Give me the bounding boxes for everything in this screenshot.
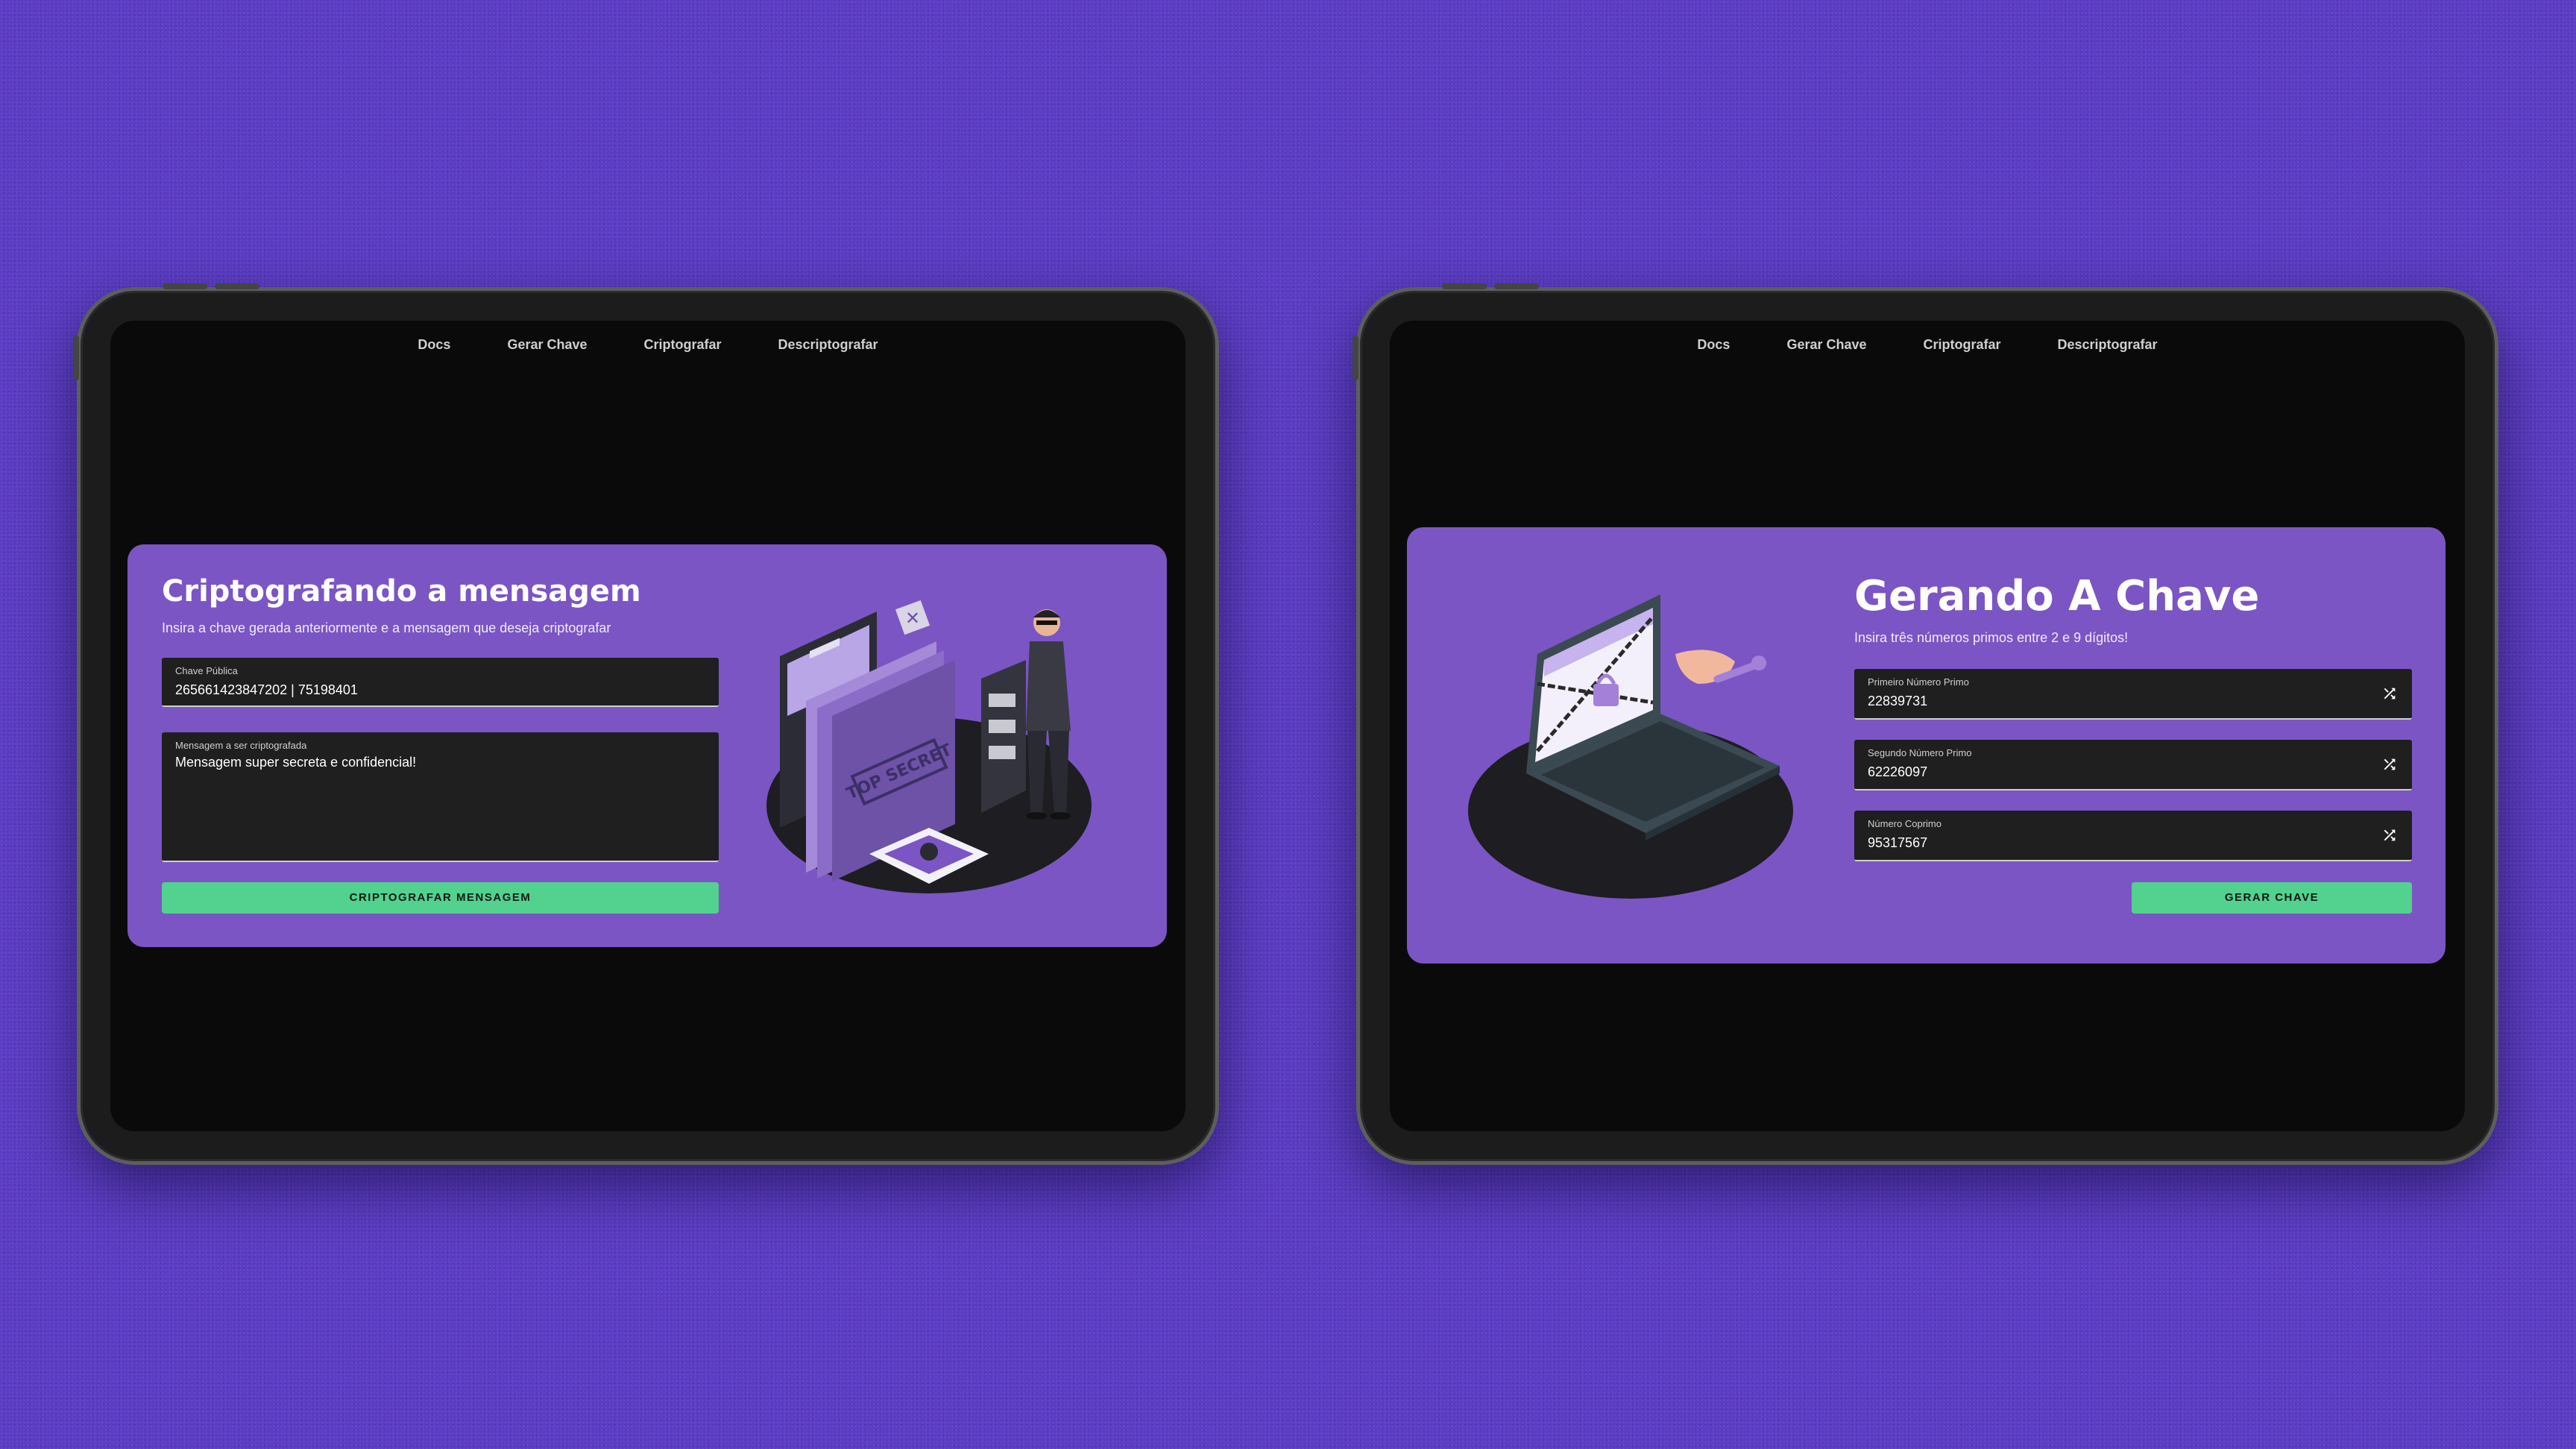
tablet-top-button — [1442, 283, 1487, 289]
second-prime-value: 62226097 — [1868, 764, 1928, 779]
shuffle-icon[interactable] — [2381, 685, 2399, 702]
nav-bar: Docs Gerar Chave Criptografar Descriptog… — [110, 337, 1185, 353]
shuffle-icon[interactable] — [2381, 756, 2399, 773]
nav-criptografar[interactable]: Criptografar — [644, 337, 722, 353]
public-key-label: Chave Pública — [175, 665, 238, 676]
tablet-side-button — [1352, 336, 1358, 380]
nav-gerar-chave[interactable]: Gerar Chave — [1786, 337, 1866, 353]
public-key-field[interactable]: Chave Pública 265661423847202 | 75198401 — [162, 658, 719, 707]
tablet-top-button — [1494, 283, 1539, 289]
first-prime-value: 22839731 — [1868, 694, 1928, 708]
left-screen: Docs Gerar Chave Criptografar Descriptog… — [110, 321, 1185, 1131]
nav-docs[interactable]: Docs — [418, 337, 450, 353]
public-key-value: 265661423847202 | 75198401 — [175, 682, 358, 697]
nav-descriptografar[interactable]: Descriptografar — [2058, 337, 2158, 353]
nav-criptografar[interactable]: Criptografar — [1924, 337, 2001, 353]
right-screen: Docs Gerar Chave Criptografar Descriptog… — [1390, 321, 2465, 1131]
first-prime-label: Primeiro Número Primo — [1868, 676, 1969, 688]
tablet-top-button — [163, 283, 207, 289]
encrypt-button[interactable]: CRIPTOGRAFAR MENSAGEM — [162, 882, 719, 914]
locked-laptop-illustration — [1468, 594, 1793, 899]
page-subtitle: Insira três números primos entre 2 e 9 d… — [1854, 630, 2129, 645]
generate-key-button[interactable]: GERAR CHAVE — [2132, 882, 2412, 914]
tablet-top-button — [215, 283, 259, 289]
message-field[interactable]: Mensagem a ser criptografada Mensagem su… — [162, 732, 719, 862]
message-value: Mensagem super secreta e confidencial! — [175, 755, 417, 770]
page-subtitle: Insira a chave gerada anteriormente e a … — [162, 620, 611, 635]
nav-descriptografar[interactable]: Descriptografar — [778, 337, 878, 353]
generate-card: Gerando A Chave Insira três números prim… — [1407, 527, 2446, 964]
tablet-side-button — [73, 336, 79, 380]
first-prime-field[interactable]: Primeiro Número Primo 22839731 — [1854, 669, 2412, 720]
top-secret-illustration: TOP SECRET ✕ — [766, 600, 1092, 893]
shuffle-icon[interactable] — [2381, 827, 2399, 843]
nav-gerar-chave[interactable]: Gerar Chave — [507, 337, 587, 353]
encrypt-card: Criptografando a mensagem Insira a chave… — [127, 544, 1167, 947]
page-title: Criptografando a mensagem — [162, 574, 641, 609]
right-tablet: Docs Gerar Chave Criptografar Descriptog… — [1352, 283, 2498, 1165]
message-label: Mensagem a ser criptografada — [175, 740, 307, 751]
second-prime-field[interactable]: Segundo Número Primo 62226097 — [1854, 740, 2412, 790]
coprime-value: 95317567 — [1868, 835, 1928, 850]
coprime-label: Número Coprimo — [1868, 818, 1942, 829]
coprime-field[interactable]: Número Coprimo 95317567 — [1854, 811, 2412, 861]
second-prime-label: Segundo Número Primo — [1868, 747, 1972, 758]
page-title: Gerando A Chave — [1854, 572, 2260, 620]
svg-text:✕: ✕ — [905, 608, 920, 629]
nav-docs[interactable]: Docs — [1697, 337, 1730, 353]
nav-bar: Docs Gerar Chave Criptografar Descriptog… — [1390, 337, 2465, 353]
left-tablet: Docs Gerar Chave Criptografar Descriptog… — [73, 283, 1219, 1165]
